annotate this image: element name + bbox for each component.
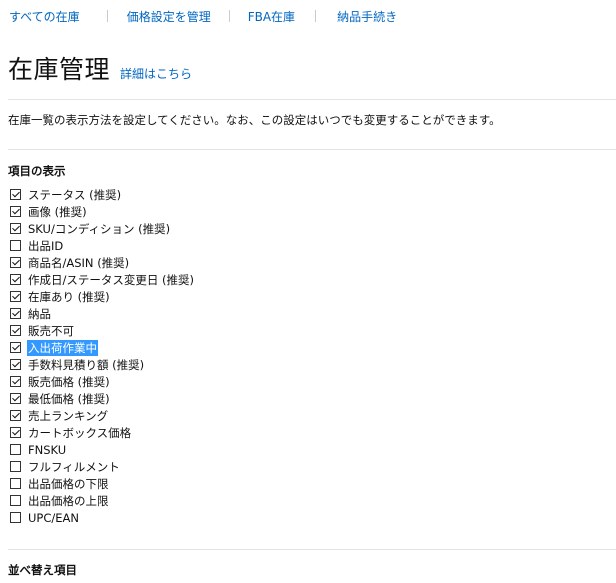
column-option[interactable]: 画像 (推奨) (10, 203, 195, 220)
checkbox-checked[interactable] (10, 359, 21, 370)
column-option-label: ステータス (推奨) (28, 187, 122, 202)
column-option[interactable]: 販売価格 (推奨) (10, 373, 195, 390)
column-option-label: 出品価格の下限 (28, 476, 109, 491)
checkbox-checked[interactable] (10, 308, 21, 319)
column-option-label: 最低価格 (推奨) (28, 391, 110, 406)
column-option-label: 作成日/ステータス変更日 (推奨) (28, 272, 195, 287)
column-option-label: FNSKU (28, 442, 67, 457)
sort-section-title: 並べ替え項目 (8, 563, 77, 577)
page-header: 在庫管理 詳細はこちら (8, 50, 192, 86)
column-option-label: フルフィルメント (28, 459, 120, 474)
column-option[interactable]: 販売不可 (10, 322, 195, 339)
column-option-label: 入出荷作業中 (27, 339, 98, 356)
column-option-label: 在庫あり (推奨) (28, 289, 110, 304)
column-option[interactable]: FNSKU (10, 441, 195, 458)
checkbox-checked[interactable] (10, 223, 21, 234)
columns-section-title: 項目の表示 (8, 164, 66, 178)
nav-link-all-inventory[interactable]: すべての在庫 (9, 8, 80, 25)
checkbox-checked[interactable] (10, 410, 21, 421)
checkbox-checked[interactable] (10, 325, 21, 336)
nav-separator (106, 10, 108, 22)
divider (8, 99, 616, 100)
checkbox-checked[interactable] (10, 342, 21, 353)
nav-link-fba-inventory[interactable]: FBA在庫 (248, 8, 295, 25)
checkbox-checked[interactable] (10, 393, 21, 404)
column-option[interactable]: 売上ランキング (10, 407, 195, 424)
column-option[interactable]: 作成日/ステータス変更日 (推奨) (10, 271, 195, 288)
divider (8, 149, 616, 150)
column-option-label: 売上ランキング (28, 408, 109, 423)
checkbox-checked[interactable] (10, 427, 21, 438)
details-link[interactable]: 詳細はこちら (120, 65, 192, 82)
column-option[interactable]: 最低価格 (推奨) (10, 390, 195, 407)
column-option[interactable]: UPC/EAN (10, 509, 195, 526)
column-option-label: 販売価格 (推奨) (28, 374, 110, 389)
checkbox-unchecked[interactable] (10, 512, 21, 523)
column-option-label: UPC/EAN (28, 510, 79, 525)
column-option[interactable]: ステータス (推奨) (10, 186, 195, 203)
column-option-label: 画像 (推奨) (28, 204, 87, 219)
nav-link-shipping-procedure[interactable]: 納品手続き (337, 8, 397, 25)
column-option[interactable]: カートボックス価格 (10, 424, 195, 441)
column-option-label: 商品名/ASIN (推奨) (28, 255, 130, 270)
column-option-label: 手数料見積り額 (推奨) (28, 357, 145, 372)
nav-separator (315, 10, 317, 22)
column-option[interactable]: 入出荷作業中 (10, 339, 195, 356)
column-options-list: ステータス (推奨) 画像 (推奨) SKU/コンディション (推奨) 出品ID 商品名… (10, 186, 195, 526)
column-option[interactable]: 商品名/ASIN (推奨) (10, 254, 195, 271)
checkbox-checked[interactable] (10, 189, 21, 200)
column-option-label: 販売不可 (28, 323, 74, 338)
column-option[interactable]: 出品価格の上限 (10, 492, 195, 509)
checkbox-unchecked[interactable] (10, 240, 21, 251)
checkbox-unchecked[interactable] (10, 461, 21, 472)
top-nav: すべての在庫 価格設定を管理 FBA在庫 納品手続き (0, 6, 397, 26)
checkbox-checked[interactable] (10, 257, 21, 268)
column-option-label: 出品ID (28, 238, 64, 253)
column-option[interactable]: 手数料見積り額 (推奨) (10, 356, 195, 373)
nav-link-manage-pricing[interactable]: 価格設定を管理 (127, 8, 211, 25)
column-option[interactable]: SKU/コンディション (推奨) (10, 220, 195, 237)
column-option-label: 出品価格の上限 (28, 493, 109, 508)
checkbox-checked[interactable] (10, 206, 21, 217)
checkbox-checked[interactable] (10, 274, 21, 285)
nav-separator (228, 10, 230, 22)
column-option[interactable]: 出品ID (10, 237, 195, 254)
column-option[interactable]: 納品 (10, 305, 195, 322)
column-option[interactable]: 在庫あり (推奨) (10, 288, 195, 305)
checkbox-unchecked[interactable] (10, 478, 21, 489)
column-option-label: カートボックス価格 (28, 425, 132, 440)
checkbox-checked[interactable] (10, 291, 21, 302)
column-option[interactable]: 出品価格の下限 (10, 475, 195, 492)
page-title: 在庫管理 (8, 55, 111, 84)
checkbox-unchecked[interactable] (10, 444, 21, 455)
settings-description: 在庫一覧の表示方法を設定してください。なお、この設定はいつでも変更することができ… (8, 113, 501, 127)
checkbox-unchecked[interactable] (10, 495, 21, 506)
column-option-label: SKU/コンディション (推奨) (28, 221, 171, 236)
divider (8, 549, 616, 550)
column-option[interactable]: フルフィルメント (10, 458, 195, 475)
checkbox-checked[interactable] (10, 376, 21, 387)
column-option-label: 納品 (28, 306, 51, 321)
